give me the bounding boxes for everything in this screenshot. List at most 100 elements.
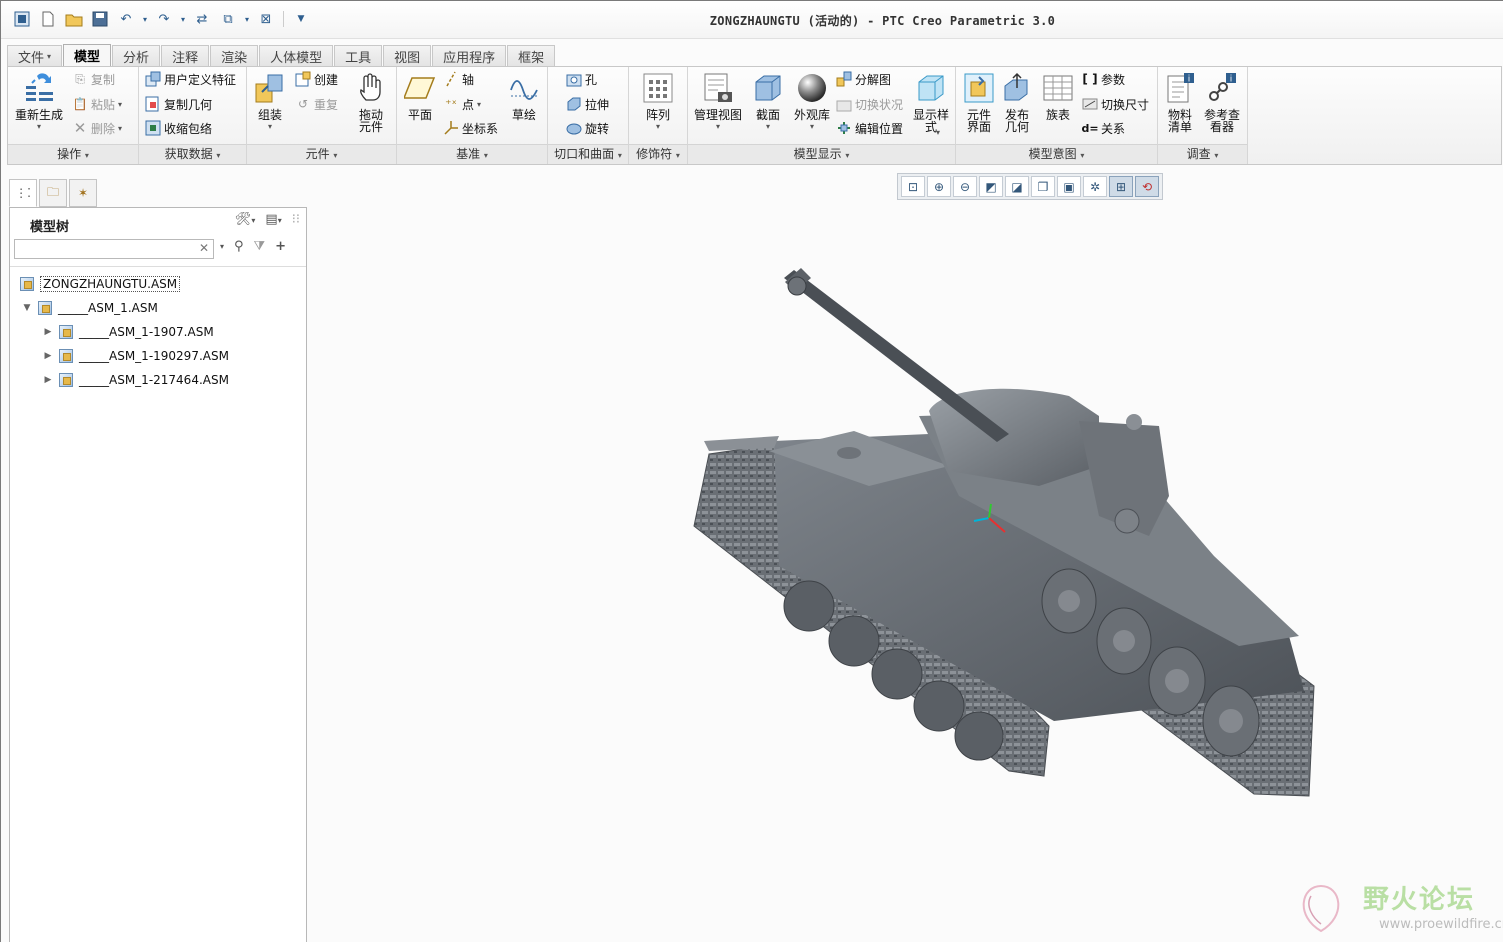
edit-position-button[interactable]: 编辑位置 [836, 118, 903, 138]
tab-tools[interactable]: 工具 [334, 45, 383, 66]
svg-text:i: i [1230, 75, 1233, 85]
expand-arrow-icon[interactable]: ▶ [43, 327, 53, 337]
tree-node-root[interactable]: ZONGZHAUNGTU.ASM [20, 273, 181, 295]
paste-dropdown-icon[interactable]: ▾ [118, 100, 122, 109]
group-label-component[interactable]: 元件 ▾ [247, 144, 396, 164]
regenerate-dropdown-icon[interactable]: ▾ [37, 121, 41, 133]
add-icon[interactable]: + [275, 239, 286, 254]
collapse-arrow-icon[interactable]: ▼ [22, 303, 32, 313]
graphics-window[interactable] [309, 166, 1503, 942]
tab-applications[interactable]: 应用程序 [432, 45, 507, 66]
hole-button[interactable]: 孔 [566, 69, 597, 89]
copy-geometry-button[interactable]: 复制几何 [145, 94, 212, 114]
assemble-dropdown-icon[interactable]: ▾ [268, 121, 272, 133]
tab-render[interactable]: 渲染 [210, 45, 259, 66]
group-label-model-intent[interactable]: 模型意图 ▾ [956, 144, 1157, 164]
group-label-operations[interactable]: 操作 ▾ [8, 144, 138, 164]
pattern-button[interactable]: 阵列 ▾ [638, 71, 678, 133]
drag-components-button[interactable]: 拖动 元件 [351, 71, 391, 133]
appearance-gallery-button[interactable]: 外观库 ▾ [790, 71, 834, 133]
tank-model[interactable] [309, 166, 1503, 942]
section-button[interactable]: 截面 ▾ [748, 71, 788, 133]
view-manager-icon[interactable]: ▣ [1057, 176, 1081, 197]
expand-arrow-icon[interactable]: ▶ [43, 375, 53, 385]
create-button[interactable]: 创建 [295, 69, 338, 89]
point-dropdown-icon[interactable]: ▾ [477, 100, 481, 109]
axis-button[interactable]: 轴 [443, 69, 474, 89]
point-button[interactable]: ⁺ˣ 点 ▾ [443, 94, 481, 114]
bom-button[interactable]: i 物料 清单 [1162, 71, 1198, 133]
tab-manikin[interactable]: 人体模型 [259, 45, 334, 66]
switch-dimensions-button[interactable]: 切换尺寸 [1082, 94, 1149, 114]
csys-button[interactable]: 坐标系 [443, 118, 498, 138]
sketch-button[interactable]: 草绘 [505, 71, 543, 121]
search-dropdown-icon[interactable]: ▾ [220, 242, 224, 251]
relations-button[interactable]: d= 关系 [1081, 118, 1125, 138]
tree-search-input[interactable]: ✕ [14, 239, 214, 259]
group-label-model-display[interactable]: 模型显示 ▾ [688, 144, 955, 164]
shrinkwrap-button[interactable]: 收缩包络 [145, 118, 212, 138]
publish-geometry-button[interactable]: 发布 几何 [998, 71, 1036, 133]
manage-views-button[interactable]: 管理视图 ▾ [692, 71, 744, 133]
tree-filter-icon[interactable]: ⁝⁝ [292, 212, 300, 227]
plane-button[interactable]: 平面 [401, 71, 439, 121]
component-interface-icon [962, 71, 996, 105]
appearance-dropdown-icon[interactable]: ▾ [810, 121, 814, 133]
saved-orientations-icon[interactable]: ❐ [1031, 176, 1055, 197]
pattern-dropdown-icon[interactable]: ▾ [656, 121, 660, 133]
clear-search-icon[interactable]: ✕ [199, 241, 209, 255]
section-dropdown-icon[interactable]: ▾ [766, 121, 770, 133]
expand-arrow-icon[interactable]: ▶ [43, 351, 53, 361]
find-binoculars-icon[interactable]: ⚲ [234, 239, 244, 254]
zoom-in-icon[interactable]: ⊕ [927, 176, 951, 197]
revolve-button[interactable]: 旋转 [566, 118, 609, 138]
tab-file[interactable]: 文件 ▾ [7, 45, 63, 66]
family-table-button[interactable]: 族表 [1040, 71, 1076, 121]
refit-icon[interactable]: ⊡ [901, 176, 925, 197]
toggle-status-button[interactable]: 切换状况 [836, 94, 903, 114]
tree-node[interactable]: ▶ _____ASM_1-190297.ASM [43, 345, 229, 367]
zoom-out-icon[interactable]: ⊖ [953, 176, 977, 197]
favorites-tab[interactable]: ✶ [69, 179, 97, 207]
group-label-get-data[interactable]: 获取数据 ▾ [139, 144, 246, 164]
display-style-button[interactable]: 显示样 式 ▾ [910, 71, 952, 137]
tree-node[interactable]: ▶ _____ASM_1-217464.ASM [43, 369, 229, 391]
folder-browser-tab[interactable]: 🗀 [39, 179, 67, 207]
annotation-display-icon[interactable]: ⟲ [1135, 176, 1159, 197]
show-icon[interactable]: ▤▾ [265, 212, 281, 227]
reference-viewer-button[interactable]: i 参考查 看器 [1200, 71, 1244, 133]
repaint-icon[interactable]: ◩ [979, 176, 1003, 197]
exploded-view-button[interactable]: 分解图 [836, 69, 891, 89]
filter-funnel-icon[interactable]: ⧩ [254, 239, 266, 254]
copy-button[interactable]: ⎘ 复制 [72, 69, 115, 89]
tab-framework[interactable]: 框架 [507, 45, 556, 66]
paste-button[interactable]: 📋 粘贴 ▾ [72, 94, 123, 114]
spin-center-icon[interactable]: ⊞ [1109, 176, 1133, 197]
extrude-button[interactable]: 拉伸 [566, 94, 609, 114]
delete-dropdown-icon[interactable]: ▾ [118, 124, 122, 133]
tree-node[interactable]: ▶ _____ASM_1-1907.ASM [43, 321, 214, 343]
exploded-view-icon [836, 71, 852, 87]
tab-annotate[interactable]: 注释 [161, 45, 210, 66]
display-style-dropdown-icon[interactable]: ▾ [936, 127, 940, 139]
group-label-cut-surface[interactable]: 切口和曲面 ▾ [548, 144, 628, 164]
datum-display-icon[interactable]: ✲ [1083, 176, 1107, 197]
model-tree-tab[interactable]: ⋮⁚ [9, 179, 37, 207]
group-label-investigate[interactable]: 调查 ▾ [1158, 144, 1247, 164]
tab-view[interactable]: 视图 [383, 45, 432, 66]
component-interface-button[interactable]: 元件 界面 [960, 71, 998, 133]
tree-node[interactable]: ▼ _____ASM_1.ASM [22, 297, 158, 319]
parameters-button[interactable]: [ ] 参数 [1082, 69, 1125, 89]
tab-model[interactable]: 模型 [63, 44, 112, 66]
user-defined-feature-button[interactable]: 用户定义特征 [145, 69, 236, 89]
tab-analysis[interactable]: 分析 [112, 45, 161, 66]
repeat-button[interactable]: ↺ 重复 [295, 94, 338, 114]
group-label-modifier[interactable]: 修饰符 ▾ [629, 144, 687, 164]
settings-icon[interactable]: 🛠▾ [235, 212, 256, 227]
delete-button[interactable]: ✕ 删除 ▾ [72, 118, 122, 138]
assemble-button[interactable]: 组装 ▾ [251, 71, 289, 133]
display-style-view-icon[interactable]: ◪ [1005, 176, 1029, 197]
manage-views-dropdown-icon[interactable]: ▾ [716, 121, 720, 133]
group-label-datum[interactable]: 基准 ▾ [397, 144, 547, 164]
regenerate-button[interactable]: 重新生成 ▾ [14, 71, 64, 133]
